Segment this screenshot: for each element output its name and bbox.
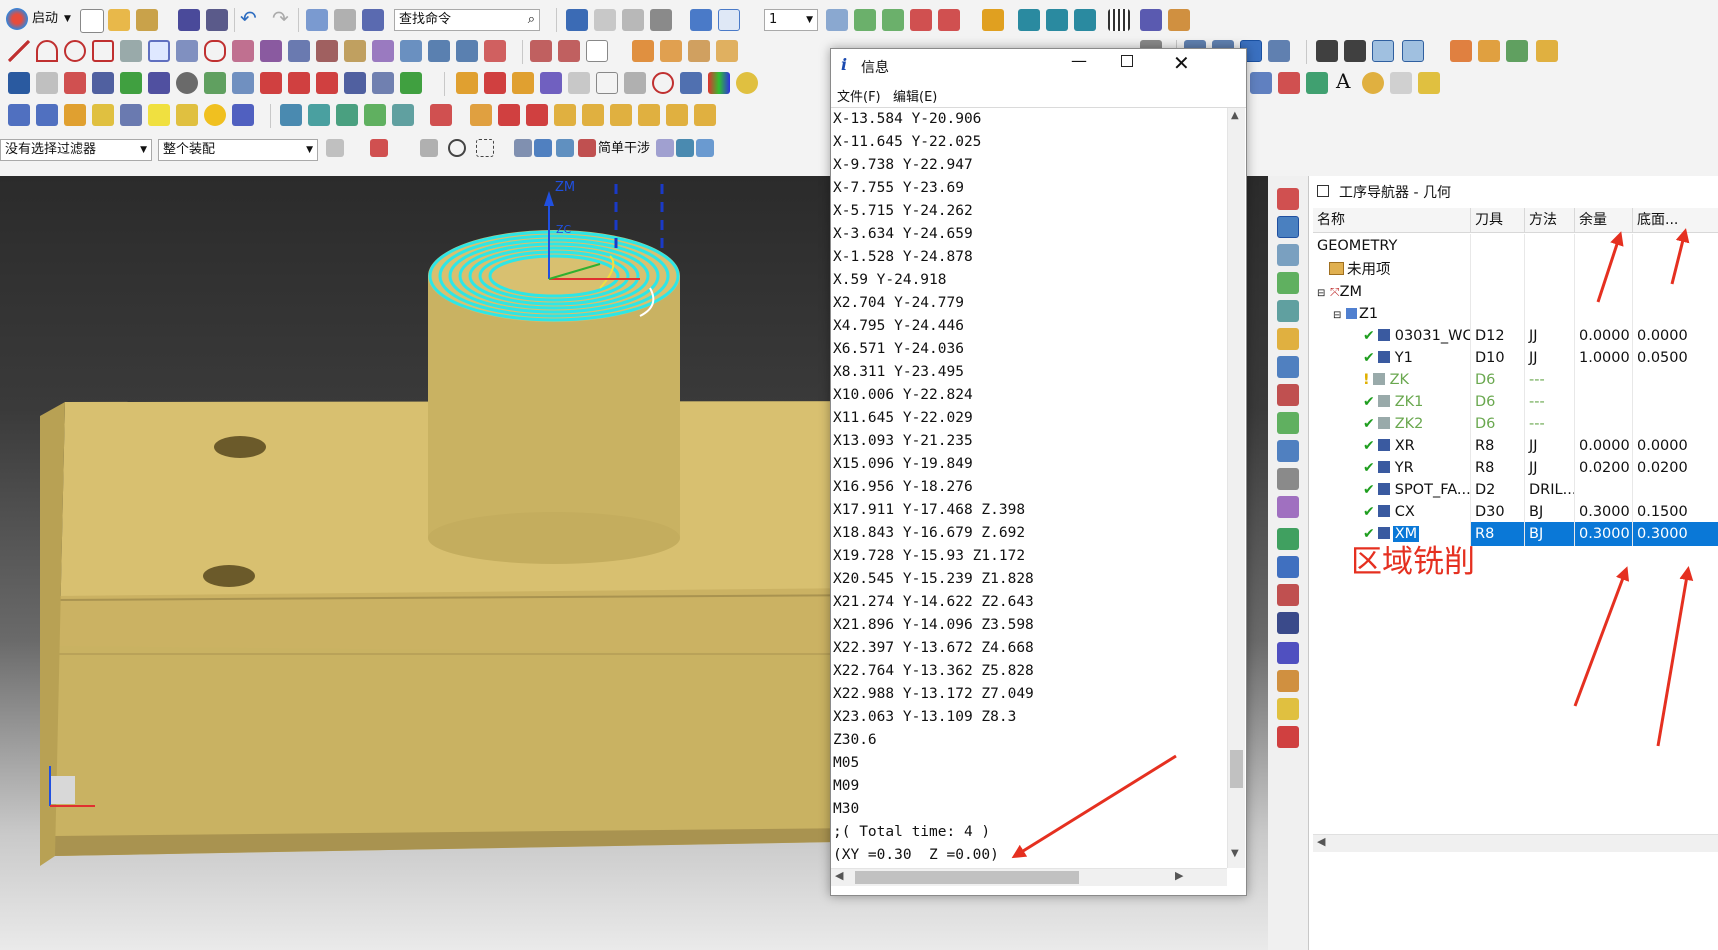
arrow-gcode-end (1011, 754, 1177, 859)
arrow-stock-value (1573, 566, 1630, 707)
annotation-arrows (1011, 228, 1694, 859)
arrow-floor-value (1656, 566, 1694, 747)
arrow-stock-header (1596, 231, 1624, 303)
arrow-floor-header (1670, 228, 1690, 285)
